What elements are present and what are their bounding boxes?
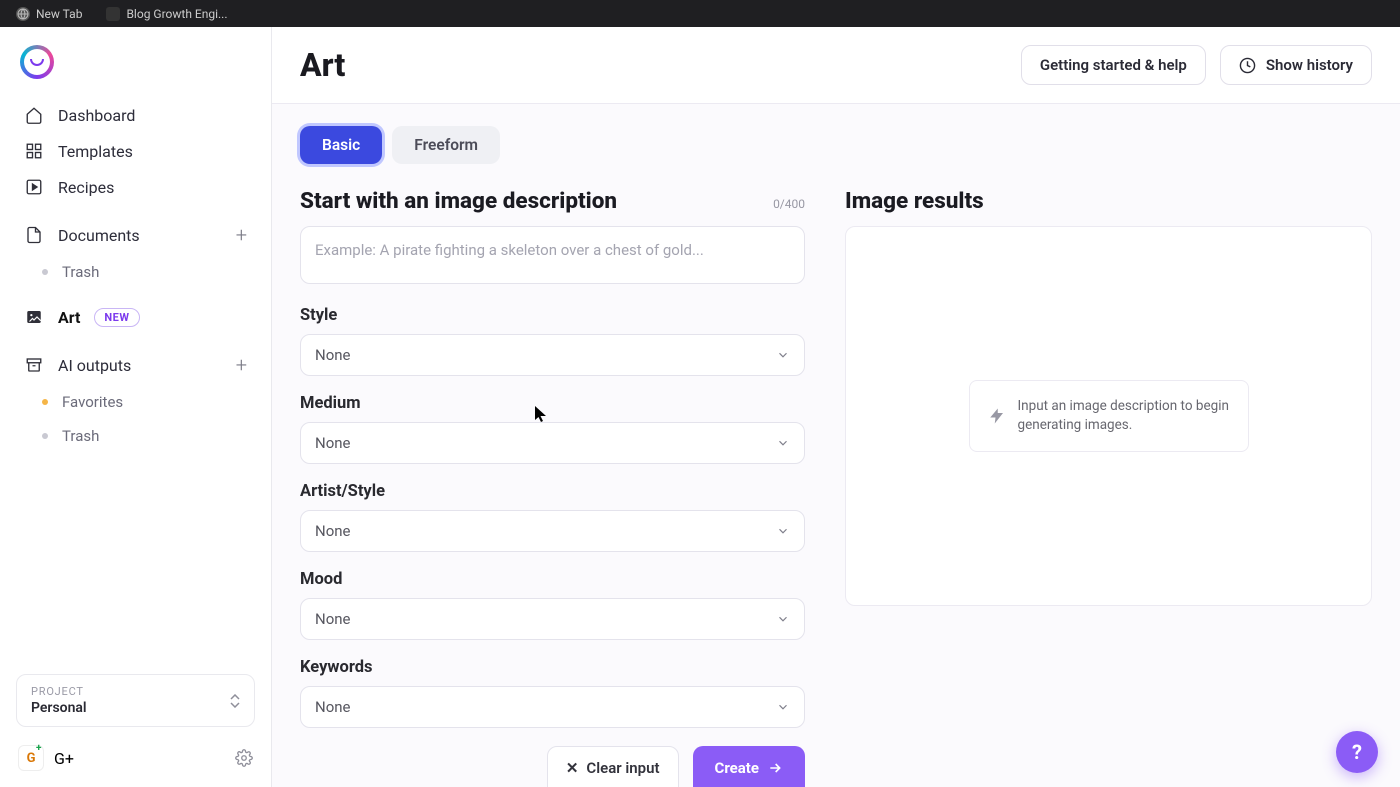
- home-icon: [24, 105, 44, 125]
- sidebar-item-templates[interactable]: Templates: [12, 133, 259, 169]
- project-label: PROJECT: [31, 685, 87, 698]
- project-value: Personal: [31, 700, 87, 716]
- keywords-value: None: [315, 698, 351, 716]
- dot-icon: [42, 433, 48, 439]
- char-count: 0/400: [773, 197, 805, 211]
- keywords-select[interactable]: None: [300, 686, 805, 728]
- globe-icon: [16, 7, 30, 21]
- arrow-right-icon: [767, 760, 783, 776]
- browser-tab-label: New Tab: [36, 7, 82, 21]
- tab-freeform[interactable]: Freeform: [392, 126, 500, 164]
- page-title: Art: [300, 46, 345, 84]
- medium-label: Medium: [300, 394, 805, 413]
- site-favicon: [106, 7, 120, 21]
- description-title: Start with an image description: [300, 188, 617, 214]
- help-button[interactable]: Getting started & help: [1021, 45, 1206, 85]
- browser-tab-bar: New Tab Blog Growth Engi...: [0, 0, 1400, 27]
- empty-state: Input an image description to begin gene…: [969, 380, 1249, 452]
- new-badge: NEW: [94, 308, 139, 327]
- browser-tab-label: Blog Growth Engi...: [126, 7, 227, 21]
- dot-icon: [42, 399, 48, 405]
- results-panel: Input an image description to begin gene…: [845, 226, 1372, 606]
- mode-tabs: Basic Freeform: [300, 126, 1372, 164]
- sidebar-item-label: Art: [58, 308, 80, 327]
- clear-button-label: Clear input: [586, 759, 659, 777]
- chevron-down-icon: [776, 612, 790, 626]
- app-logo[interactable]: [0, 27, 271, 91]
- browser-tab-newtab[interactable]: New Tab: [8, 0, 90, 27]
- help-fab-label: ?: [1352, 740, 1362, 764]
- artist-value: None: [315, 522, 351, 540]
- empty-text: Input an image description to begin gene…: [1018, 397, 1230, 435]
- medium-value: None: [315, 434, 351, 452]
- artist-label: Artist/Style: [300, 482, 805, 501]
- help-button-label: Getting started & help: [1040, 56, 1187, 74]
- sidebar-item-label: Dashboard: [58, 106, 135, 125]
- chevron-down-icon: [776, 524, 790, 538]
- mood-value: None: [315, 610, 351, 628]
- user-name: G+: [54, 749, 74, 768]
- user-row: G+ G+: [16, 741, 255, 775]
- document-icon: [24, 225, 44, 245]
- artist-select[interactable]: None: [300, 510, 805, 552]
- sidebar-item-dashboard[interactable]: Dashboard: [12, 97, 259, 133]
- clear-input-button[interactable]: ✕ Clear input: [547, 746, 679, 787]
- sidebar-item-label: Documents: [58, 226, 140, 245]
- results-title: Image results: [845, 188, 984, 214]
- sidebar-item-art[interactable]: Art NEW: [12, 299, 259, 335]
- help-fab[interactable]: ?: [1336, 731, 1378, 773]
- project-selector[interactable]: PROJECT Personal: [16, 674, 255, 727]
- mood-label: Mood: [300, 570, 805, 589]
- gear-icon[interactable]: [235, 749, 253, 767]
- x-icon: ✕: [566, 759, 579, 777]
- chevron-down-icon: [776, 348, 790, 362]
- create-button-label: Create: [715, 759, 759, 777]
- browser-tab-blog[interactable]: Blog Growth Engi...: [98, 0, 235, 27]
- sidebar-item-label: AI outputs: [58, 356, 131, 375]
- sidebar-item-label: Templates: [58, 142, 133, 161]
- chevron-down-icon: [776, 700, 790, 714]
- play-square-icon: [24, 177, 44, 197]
- sidebar-item-recipes[interactable]: Recipes: [12, 169, 259, 205]
- style-label: Style: [300, 306, 805, 325]
- plus-icon[interactable]: +: [236, 223, 247, 247]
- chevron-sort-icon: [230, 694, 240, 708]
- sidebar-item-documents[interactable]: Documents +: [12, 215, 259, 255]
- sidebar-item-label: Trash: [62, 263, 99, 281]
- style-select[interactable]: None: [300, 334, 805, 376]
- sidebar-item-ai-outputs[interactable]: AI outputs +: [12, 345, 259, 385]
- history-button-label: Show history: [1266, 56, 1353, 74]
- keywords-label: Keywords: [300, 658, 805, 677]
- description-input[interactable]: [300, 226, 805, 284]
- sidebar: Dashboard Templates Recipes: [0, 27, 272, 787]
- avatar[interactable]: G+: [18, 745, 44, 771]
- sidebar-item-favorites[interactable]: Favorites: [12, 385, 259, 419]
- plus-icon[interactable]: +: [236, 353, 247, 377]
- tab-basic[interactable]: Basic: [300, 126, 382, 164]
- mood-select[interactable]: None: [300, 598, 805, 640]
- create-button[interactable]: Create: [693, 746, 805, 787]
- chevron-down-icon: [776, 436, 790, 450]
- topbar: Art Getting started & help Show history: [272, 27, 1400, 104]
- medium-select[interactable]: None: [300, 422, 805, 464]
- clock-icon: [1239, 57, 1256, 74]
- dot-icon: [42, 269, 48, 275]
- archive-icon: [24, 355, 44, 375]
- show-history-button[interactable]: Show history: [1220, 45, 1372, 85]
- grid-icon: [24, 141, 44, 161]
- sidebar-item-label: Favorites: [62, 393, 123, 411]
- sidebar-item-label: Trash: [62, 427, 99, 445]
- sidebar-item-documents-trash[interactable]: Trash: [12, 255, 259, 289]
- sidebar-item-label: Recipes: [58, 178, 114, 197]
- bolt-icon: [988, 407, 1006, 425]
- style-value: None: [315, 346, 351, 364]
- image-icon: [24, 307, 44, 327]
- sidebar-item-outputs-trash[interactable]: Trash: [12, 419, 259, 453]
